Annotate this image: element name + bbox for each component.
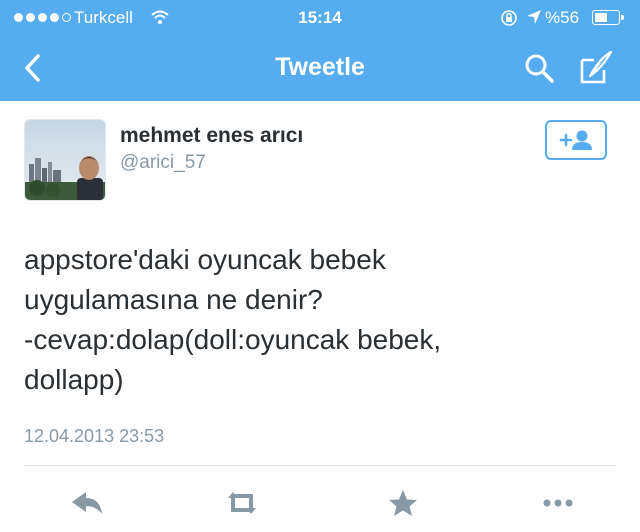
follow-button[interactable] — [545, 120, 607, 160]
location-arrow-icon — [527, 10, 541, 24]
tweet-text: appstore'daki oyuncak bebek uygulamasına… — [24, 240, 624, 400]
status-time: 15:14 — [298, 8, 342, 27]
add-user-icon — [559, 130, 592, 150]
more-icon[interactable] — [538, 488, 578, 518]
app-header: Turkcell 15:14 %56 Tweetle — [0, 0, 640, 101]
battery-percentage: %56 — [545, 8, 580, 27]
avatar[interactable] — [24, 119, 106, 201]
nav-bar: Tweetle — [0, 36, 640, 101]
display-name[interactable]: mehmet enes arıcı — [120, 124, 303, 148]
rotation-lock-icon — [501, 10, 517, 26]
username[interactable]: @arici_57 — [120, 152, 206, 174]
battery-icon — [592, 10, 624, 25]
reply-icon[interactable] — [66, 488, 106, 518]
search-icon[interactable] — [522, 50, 556, 86]
compose-icon[interactable] — [578, 48, 616, 86]
tweet-text-line: appstore'daki oyuncak bebek — [24, 244, 386, 275]
tweet-text-line: uygulamasına ne denir? — [24, 284, 323, 315]
divider — [24, 465, 616, 466]
status-bar: Turkcell 15:14 %56 — [0, 0, 640, 36]
tweet-timestamp: 12.04.2013 23:53 — [24, 426, 165, 446]
tweet-text-line: dollapp) — [24, 364, 124, 395]
tweet-text-line: -cevap:dolap(doll:oyuncak bebek, — [24, 324, 442, 355]
star-icon[interactable] — [383, 488, 423, 518]
retweet-icon[interactable] — [222, 488, 262, 518]
